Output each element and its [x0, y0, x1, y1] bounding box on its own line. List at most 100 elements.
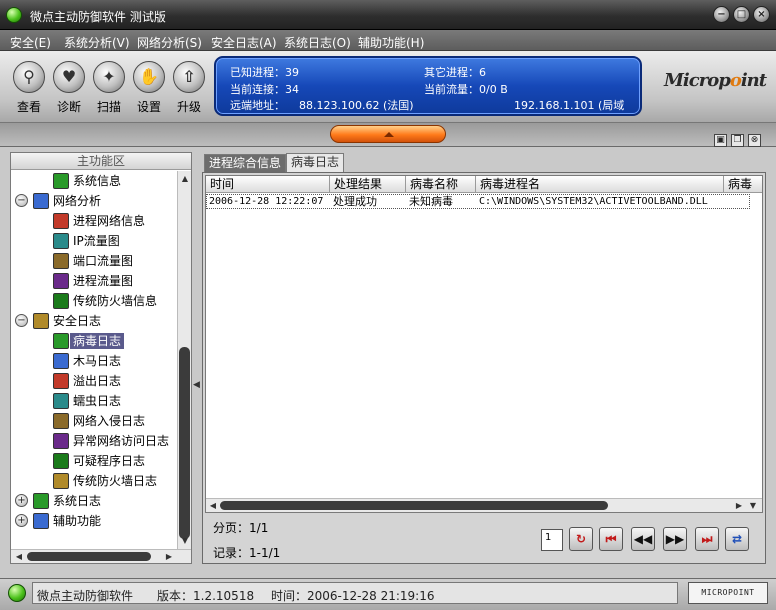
known-processes: 已知进程：39 [230, 66, 299, 79]
main-function-panel: 主功能区 系统信息 − 网络分析 进程网络信息 IP流量图 端口流量图 进程流量图 传统防火墙… [10, 152, 192, 564]
table-horizontal-scrollbar[interactable]: ◀ ▶ ▼ [206, 498, 762, 512]
tree-node-icon [53, 293, 69, 309]
minimize-button[interactable]: − [713, 6, 730, 23]
col-virus-name[interactable]: 病毒名称 [406, 176, 476, 193]
tree-item[interactable]: 进程流量图 [11, 271, 177, 291]
tree-item[interactable]: 可疑程序日志 [11, 451, 177, 471]
tree-item-label: 异常网络访问日志 [73, 434, 170, 448]
tree-item[interactable]: IP流量图 [11, 231, 177, 251]
current-connections: 当前连接：34 [230, 83, 299, 96]
collapse-toolbar-button[interactable] [330, 125, 446, 143]
tree-horizontal-scrollbar[interactable]: ◀ ▶ [11, 549, 191, 563]
table-row[interactable]: 2006-12-28 12:22:07 处理成功 未知病毒 C:\WINDOWS… [206, 194, 750, 209]
expand-icon[interactable]: + [15, 494, 28, 507]
scroll-up-icon[interactable]: ▲ [179, 173, 191, 185]
panel-close-icon[interactable]: ⊗ [748, 134, 761, 147]
tree-item-label: 安全日志 [53, 314, 102, 328]
col-process-name[interactable]: 病毒进程名 [476, 176, 724, 193]
first-page-icon: ⏮ [605, 532, 617, 546]
tree-item[interactable]: 进程网络信息 [11, 211, 177, 231]
scroll-down-icon[interactable]: ▼ [179, 535, 191, 547]
tree-item-label: 木马日志 [73, 354, 122, 368]
scan-icon: ✦ [102, 67, 116, 86]
view-button[interactable]: ⚲ 查看 [12, 61, 46, 114]
tree-scroll-thumb[interactable] [179, 347, 190, 539]
tree-item[interactable]: 端口流量图 [11, 251, 177, 271]
tree-item-label: 系统日志 [53, 494, 102, 508]
toolbar: ⚲ 查看 ♥ 诊断 ✦ 扫描 ✋ 设置 ⇧ 升级 已知进程：39 其它进程：6 … [0, 51, 776, 123]
function-tree: 系统信息 − 网络分析 进程网络信息 IP流量图端口流量图 进程流量图 传统防火墙信息 − 安全… [11, 171, 177, 549]
panel-restore-icon[interactable]: ▣ [714, 134, 727, 147]
close-button[interactable]: × [753, 6, 770, 23]
export-icon: ⇄ [731, 532, 743, 546]
prev-page-button[interactable]: ◀◀ [631, 527, 655, 551]
tree-item-label: IP流量图 [73, 234, 120, 248]
collapse-icon[interactable]: − [15, 314, 28, 327]
tree-item[interactable]: + 辅助功能 [11, 511, 177, 531]
tree-item[interactable]: 网络入侵日志 [11, 411, 177, 431]
collapse-left-icon[interactable]: ◀ [193, 380, 200, 390]
tree-vertical-scrollbar[interactable]: ▲ ▼ [177, 171, 191, 549]
tree-item-label: 病毒日志 [70, 333, 125, 349]
tree-item[interactable]: 木马日志 [11, 351, 177, 371]
col-result[interactable]: 处理结果 [330, 176, 406, 193]
menu-system-log[interactable]: 系统日志(O) [284, 34, 351, 51]
table-hscroll-thumb[interactable] [220, 501, 608, 510]
tree-node-icon [33, 493, 49, 509]
menu-security-log[interactable]: 安全日志(A) [211, 34, 277, 51]
col-virus-more[interactable]: 病毒 [724, 176, 762, 193]
menu-network-analysis[interactable]: 网络分析(S) [137, 34, 202, 51]
tree-node-icon [53, 213, 69, 229]
remote-address: 远端地址： 88.123.100.62 (法国) [230, 99, 414, 112]
scroll-right-icon[interactable]: ▶ [733, 500, 745, 512]
virus-log-table: 时间 处理结果 病毒名称 病毒进程名 病毒 2006-12-28 12:22:0… [205, 175, 763, 513]
tree-node-icon [33, 513, 49, 529]
tree-item[interactable]: 病毒日志 [11, 331, 177, 351]
next-page-button[interactable]: ▶▶ [663, 527, 687, 551]
collapse-icon[interactable]: − [15, 194, 28, 207]
upgrade-button[interactable]: ⇧ 升级 [172, 61, 206, 114]
separator-band [0, 123, 776, 147]
tree-node-icon [53, 393, 69, 409]
tree-item[interactable]: − 网络分析 [11, 191, 177, 211]
tab-virus-log[interactable]: 病毒日志 [286, 153, 345, 173]
settings-button[interactable]: ✋ 设置 [132, 61, 166, 114]
menu-bar: 安全(E) 系统分析(V) 网络分析(S) 安全日志(A) 系统日志(O) 辅助… [0, 30, 776, 51]
last-page-button[interactable]: ⏭ [695, 527, 719, 551]
menu-system-analysis[interactable]: 系统分析(V) [64, 34, 130, 51]
other-processes: 其它进程：6 [424, 66, 486, 79]
export-button[interactable]: ⇄ [725, 527, 749, 551]
tree-item[interactable]: 蠕虫日志 [11, 391, 177, 411]
tree-item[interactable]: 异常网络访问日志 [11, 431, 177, 451]
tree-item[interactable]: + 系统日志 [11, 491, 177, 511]
status-bar: 微点主动防御软件 版本：1.2.10518 时间：2006-12-28 21:1… [0, 578, 776, 610]
menu-tools[interactable]: 辅助功能(H) [358, 34, 424, 51]
panel-splitter[interactable]: ◀ [192, 152, 202, 564]
expand-icon[interactable]: + [15, 514, 28, 527]
scroll-right-icon[interactable]: ▶ [163, 551, 175, 563]
refresh-button[interactable]: ↻ [569, 527, 593, 551]
app-icon [6, 7, 22, 23]
maximize-button[interactable]: □ [733, 6, 750, 23]
tree-item[interactable]: 溢出日志 [11, 371, 177, 391]
tree-item[interactable]: − 安全日志 [11, 311, 177, 331]
scroll-left-icon[interactable]: ◀ [207, 500, 219, 512]
tree-hscroll-thumb[interactable] [27, 552, 151, 561]
tab-bar: 进程综合信息 病毒日志 [202, 152, 766, 173]
window-title: 微点主动防御软件 测试版 [30, 10, 166, 24]
page-number-input[interactable]: 1 [541, 529, 563, 551]
scroll-left-icon[interactable]: ◀ [13, 551, 25, 563]
diagnose-button[interactable]: ♥ 诊断 [52, 61, 86, 114]
tree-item[interactable]: 传统防火墙日志 [11, 471, 177, 491]
tree-item[interactable]: 传统防火墙信息 [11, 291, 177, 311]
tree-node-icon [33, 193, 49, 209]
scan-button[interactable]: ✦ 扫描 [92, 61, 126, 114]
first-page-button[interactable]: ⏮ [599, 527, 623, 551]
panel-tile-icon[interactable]: ❐ [731, 134, 744, 147]
tree-item-label: 蠕虫日志 [73, 394, 122, 408]
menu-security[interactable]: 安全(E) [10, 34, 51, 51]
tree-item[interactable]: 系统信息 [11, 171, 177, 191]
upgrade-icon: ⇧ [182, 67, 196, 86]
col-time[interactable]: 时间 [206, 176, 330, 193]
tab-process-info[interactable]: 进程综合信息 [204, 154, 287, 173]
